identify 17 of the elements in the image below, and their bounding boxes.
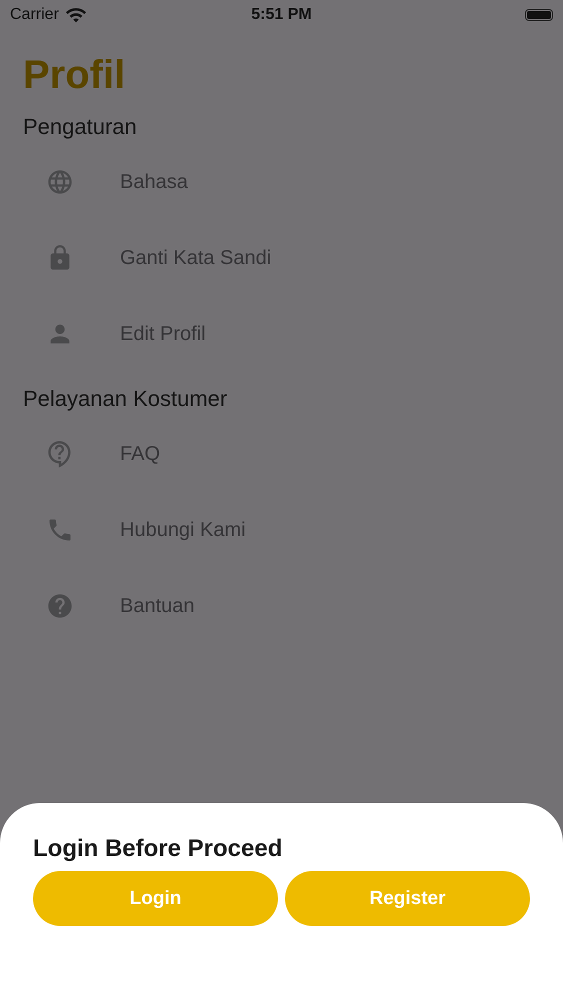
clock: 5:51 PM [251,6,312,24]
register-button[interactable]: Register [285,871,530,926]
login-button[interactable]: Login [33,871,278,926]
menu-item[interactable]: Bahasa [120,170,188,194]
carrier-name: Carrier [10,6,59,24]
menu-item[interactable]: FAQ [120,442,160,466]
menu-item[interactable]: Edit Profil [120,322,206,346]
page-title: Profil [23,52,126,99]
globe-icon [46,168,74,196]
section-title: Pelayanan Kostumer [23,385,228,413]
menu-item[interactable]: Bantuan [120,594,195,618]
menu-item[interactable]: Ganti Kata Sandi [120,246,272,270]
sheet-title: Login Before Proceed [33,835,282,863]
menu-item[interactable]: Hubungi Kami [120,518,246,542]
help-icon [46,592,74,620]
section-title: Pengaturan [23,113,137,141]
battery-icon [525,9,553,21]
